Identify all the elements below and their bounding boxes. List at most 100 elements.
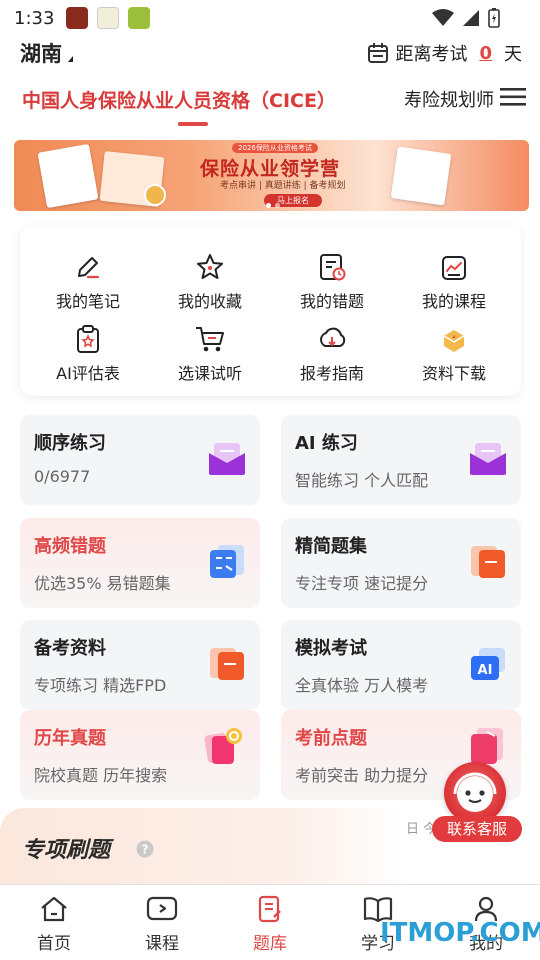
purple-envelope-icon — [209, 443, 245, 475]
ai-evaluation[interactable]: AI评估表 — [28, 322, 148, 384]
headset-face-icon — [453, 772, 497, 812]
ai-practice-card[interactable]: AI 练习 智能练习 个人匹配 — [281, 415, 521, 505]
banner-paper-graphic — [390, 146, 452, 206]
play-icon — [146, 896, 178, 921]
status-bar: 1:33 — [0, 0, 540, 36]
banner-medal-icon — [144, 184, 166, 206]
frequent-mistakes-card[interactable]: 高频错题 优选35% 易错题集 — [20, 518, 260, 608]
countdown-label: 距离考试 — [395, 44, 468, 65]
svg-text:?: ? — [142, 843, 149, 857]
card-subtitle: 优选35% 易错题集 — [34, 574, 171, 593]
banner-title: 保险从业领学营 — [200, 158, 341, 180]
search-paper-icon — [204, 728, 242, 764]
function-label: AI评估表 — [56, 364, 120, 383]
nav-question-bank[interactable]: 题库 — [230, 895, 310, 954]
card-subtitle: 专项练习 精选FPD — [34, 676, 167, 695]
promo-banner[interactable]: 2026保险从业资格考试 保险从业领学营 考点串讲 | 真题讲练 | 备考规划 … — [14, 140, 529, 211]
purple-envelope-icon — [470, 443, 506, 475]
home-icon — [41, 896, 67, 922]
customer-service-float[interactable]: 联系客服 — [432, 756, 522, 842]
function-label: 报考指南 — [299, 364, 364, 383]
top-header: 湖南 距离考试 0 天 — [0, 38, 540, 70]
banner-pagination — [266, 203, 280, 208]
card-title: 高频错题 — [34, 536, 106, 557]
nav-courses[interactable]: 课程 — [122, 895, 202, 954]
countdown-unit: 天 — [504, 44, 522, 65]
orange-folder-icon — [210, 648, 244, 680]
banner-dot[interactable] — [266, 203, 271, 208]
download-guide-icon — [320, 327, 346, 347]
active-tab-indicator — [178, 122, 208, 126]
my-wrong-questions[interactable]: 我的错题 — [272, 250, 392, 312]
help-icon[interactable]: ? — [136, 840, 154, 858]
battery-icon — [488, 8, 500, 28]
card-subtitle: 全真体验 万人模考 — [295, 676, 429, 695]
card-title: 考前点题 — [295, 728, 367, 749]
my-favorites[interactable]: 我的收藏 — [150, 250, 270, 312]
exam-category-tabs: 中国人身保险从业人员资格（CICE） 寿险规划师 — [0, 82, 540, 128]
my-courses[interactable]: 我的课程 — [394, 250, 514, 312]
card-subtitle: 院校真题 历年搜索 — [34, 766, 168, 785]
materials-box-icon — [443, 330, 465, 352]
card-subtitle: 0/6977 — [34, 467, 91, 486]
banner-dot[interactable] — [275, 203, 280, 208]
app-notification-icon — [128, 7, 151, 29]
card-subtitle: 考前突击 助力提分 — [295, 766, 429, 785]
tab-life-planner[interactable]: 寿险规划师 — [404, 86, 496, 112]
study-materials-card[interactable]: 备考资料 专项练习 精选FPD — [20, 620, 260, 710]
card-title: 备考资料 — [34, 638, 106, 659]
card-title: 顺序练习 — [34, 433, 106, 454]
wrong-questions-icon — [320, 254, 346, 281]
card-title: 历年真题 — [34, 728, 106, 749]
banner-tag: 2026保险从业资格考试 — [232, 143, 318, 153]
nav-label: 首页 — [37, 934, 71, 954]
calculator-icon — [210, 545, 244, 578]
countdown-days: 0 — [479, 42, 492, 64]
signal-icon — [463, 10, 479, 26]
my-notes[interactable]: 我的笔记 — [28, 250, 148, 312]
app-notification-icon — [66, 7, 89, 29]
banner-subtitle: 考点串讲 | 真题讲练 | 备考规划 — [220, 181, 346, 191]
menu-icon[interactable] — [500, 86, 526, 108]
card-subtitle: 专注专项 速记提分 — [295, 574, 429, 593]
status-time: 1:33 — [14, 7, 55, 29]
function-label: 我的课程 — [421, 292, 486, 311]
sequential-practice-card[interactable]: 顺序练习 0/6977 — [20, 415, 260, 505]
watermark-text: ITMOP.COM — [380, 918, 540, 948]
nav-label: 课程 — [145, 934, 179, 954]
system-indicators — [432, 8, 500, 28]
concise-questions-card[interactable]: 精简题集 专注专项 速记提分 — [281, 518, 521, 608]
function-grid: 我的笔记 我的收藏 我的错题 我的课程 AI评估表 选课试听 报考指南 资料下载 — [20, 226, 521, 396]
calendar-icon — [368, 43, 389, 63]
region-caret-icon — [68, 56, 73, 62]
support-avatar-icon — [444, 762, 506, 824]
cart-icon — [196, 327, 224, 352]
orange-folder-icon — [471, 546, 505, 578]
course-trial[interactable]: 选课试听 — [150, 322, 270, 384]
support-label: 联系客服 — [432, 816, 522, 842]
ai-exam-icon: AI — [471, 648, 505, 680]
card-title: 模拟考试 — [295, 638, 367, 659]
nav-home[interactable]: 首页 — [14, 895, 94, 954]
exam-guide[interactable]: 报考指南 — [272, 322, 392, 384]
star-icon — [197, 254, 223, 279]
card-title: 精简题集 — [295, 536, 367, 557]
banner-paper-graphic — [37, 143, 99, 209]
note-pen-icon — [78, 257, 100, 279]
tab-cice[interactable]: 中国人身保险从业人员资格（CICE） — [22, 86, 336, 113]
svg-text:AI: AI — [478, 663, 493, 678]
region-selector[interactable]: 湖南 — [20, 38, 62, 68]
function-label: 选课试听 — [177, 364, 242, 383]
materials-download[interactable]: 资料下载 — [394, 322, 514, 384]
exam-countdown[interactable]: 距离考试 0 天 — [367, 40, 522, 66]
function-label: 我的收藏 — [177, 292, 242, 311]
nav-label: 题库 — [253, 934, 287, 954]
function-label: 我的错题 — [299, 292, 364, 311]
mock-exam-card[interactable]: 模拟考试 全真体验 万人模考 AI — [281, 620, 521, 710]
function-label: 我的笔记 — [55, 292, 120, 311]
function-label: 资料下载 — [421, 364, 486, 383]
course-icon — [442, 256, 466, 280]
past-exams-card[interactable]: 历年真题 院校真题 历年搜索 — [20, 710, 260, 800]
question-bank-icon — [258, 895, 281, 923]
evaluation-clipboard-icon — [77, 325, 99, 353]
